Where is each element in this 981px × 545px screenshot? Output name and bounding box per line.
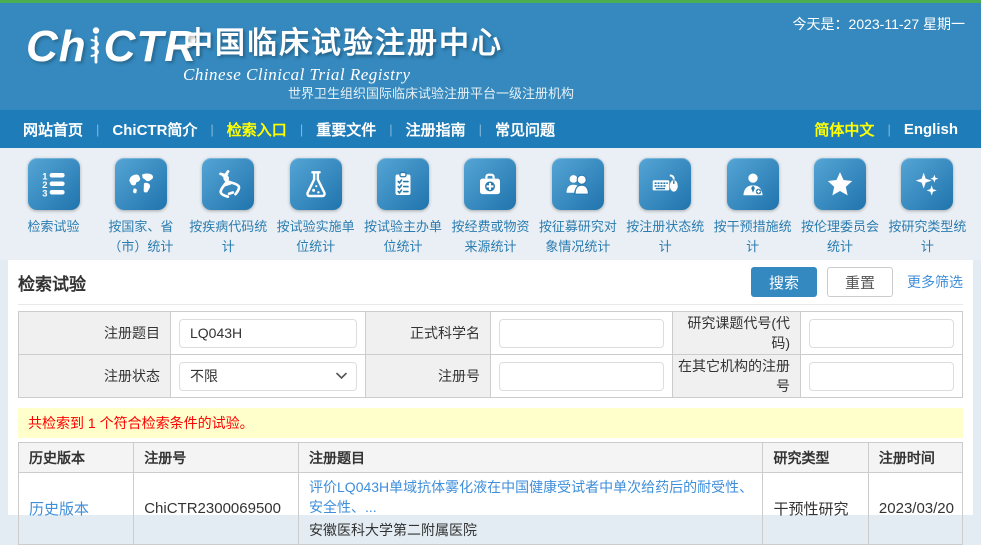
col-registered-title: 注册题目 (299, 443, 763, 473)
main-nav: 网站首页 ChiCTR简介 检索入口 重要文件 注册指南 常见问题 简体中文 E… (0, 110, 981, 148)
quicklink-by-implementing-unit[interactable]: 按试验实施单位统计 (272, 148, 359, 260)
trial-title-link[interactable]: 评价LQ043H单域抗体雾化液在中国健康受试者中单次给药后的耐受性、安全性、..… (309, 477, 754, 517)
quicklink-label: 按试验主办单位统计 (360, 217, 447, 257)
nav-item-faq[interactable]: 常见问题 (482, 119, 568, 140)
history-version-link[interactable]: 历史版本 (29, 501, 89, 518)
dna-icon (202, 158, 254, 210)
doctor-icon (727, 158, 779, 210)
scientific-name-label: 正式科学名 (366, 312, 491, 355)
nav-item-home[interactable]: 网站首页 (10, 119, 96, 140)
quicklink-by-registration-status[interactable]: 按注册状态统计 (622, 148, 709, 260)
quicklink-by-funding-source[interactable]: 按经费或物资来源统计 (447, 148, 534, 260)
quicklink-by-recruitment-status[interactable]: 按征募研究对象情况统计 (534, 148, 621, 260)
quicklink-label: 按试验实施单位统计 (272, 217, 359, 257)
today-date: 今天是：2023-11-27 星期一 (793, 14, 965, 34)
lang-english[interactable]: English (891, 121, 971, 138)
registration-status-select-wrap: 不限 (179, 362, 357, 391)
medical-bag-icon (464, 158, 516, 210)
col-registration-date: 注册时间 (868, 443, 962, 473)
registration-number-cell: ChiCTR2300069500 (134, 473, 299, 545)
registration-date-cell: 2023/03/20 (868, 473, 962, 545)
other-registry-number-input[interactable] (809, 362, 954, 391)
quicklink-label: 按经费或物资来源统计 (447, 217, 534, 257)
col-registration-number: 注册号 (134, 443, 299, 473)
sparkles-icon (901, 158, 953, 210)
project-code-label: 研究课题代号(代码) (673, 312, 801, 355)
language-switcher: 简体中文 English (801, 119, 971, 140)
results-header-row: 历史版本 注册号 注册题目 研究类型 注册时间 (19, 443, 963, 473)
nav-item-about[interactable]: ChiCTR简介 (99, 119, 210, 140)
quicklink-label: 按国家、省（市）统计 (97, 217, 184, 257)
registration-number-input[interactable] (499, 362, 664, 391)
caduceus-icon (89, 26, 103, 66)
quicklink-search-trials[interactable]: 1 2 3 检索试验 (10, 148, 97, 260)
site-title-zh: 中国临床试验注册中心 (183, 18, 503, 62)
quicklink-by-country-province[interactable]: 按国家、省（市）统计 (97, 148, 184, 260)
project-code-input[interactable] (809, 319, 954, 348)
quicklink-label: 按干预措施统计 (709, 217, 796, 257)
registration-status-label: 注册状态 (19, 355, 171, 398)
other-registry-number-label: 在其它机构的注册号 (673, 355, 801, 398)
keyboard-mouse-icon (639, 158, 691, 210)
flask-icon (290, 158, 342, 210)
search-button[interactable]: 搜索 (751, 267, 817, 297)
quicklink-by-disease-code[interactable]: 按疾病代码统计 (185, 148, 272, 260)
more-filters-link[interactable]: 更多筛选 (907, 272, 963, 292)
people-icon (552, 158, 604, 210)
registration-status-select[interactable]: 不限 (179, 362, 357, 391)
clipboard-icon (377, 158, 429, 210)
numbered-list-icon: 1 2 3 (28, 158, 80, 210)
quicklink-by-sponsor-unit[interactable]: 按试验主办单位统计 (360, 148, 447, 260)
quicklink-label: 检索试验 (27, 217, 79, 237)
results-table: 历史版本 注册号 注册题目 研究类型 注册时间 历史版本 ChiCTR23000… (18, 442, 963, 545)
lang-simplified-chinese[interactable]: 简体中文 (801, 119, 887, 140)
world-map-icon (115, 158, 167, 210)
col-history-version: 历史版本 (19, 443, 134, 473)
site-title-en: Chinese Clinical Trial Registry (183, 65, 503, 85)
quick-links-row: 1 2 3 检索试验 按国家、省（市）统计 (0, 148, 981, 260)
star-icon (814, 158, 866, 210)
site-title-block: 中国临床试验注册中心 Chinese Clinical Trial Regist… (183, 18, 503, 85)
nav-item-documents[interactable]: 重要文件 (303, 119, 389, 140)
nav-item-guide[interactable]: 注册指南 (393, 119, 479, 140)
logo-text-part1: Ch (26, 25, 87, 69)
scientific-name-input[interactable] (499, 319, 664, 348)
trial-title-cell: 评价LQ043H单域抗体雾化液在中国健康受试者中单次给药后的耐受性、安全性、..… (299, 473, 763, 545)
quicklink-label: 按注册状态统计 (622, 217, 709, 257)
study-type-cell: 干预性研究 (763, 473, 868, 545)
quicklink-by-ethics-committee[interactable]: 按伦理委员会统计 (797, 148, 884, 260)
registered-title-label: 注册题目 (19, 312, 171, 355)
quicklink-label: 按研究类型统计 (884, 217, 971, 257)
svg-text:3: 3 (42, 188, 47, 198)
quicklink-by-study-type[interactable]: 按研究类型统计 (884, 148, 971, 260)
quicklink-label: 按伦理委员会统计 (797, 217, 884, 257)
institution-text: 安徽医科大学第二附属医院 (309, 520, 754, 540)
main-content: 检索试验 搜索 重置 更多筛选 注册题目 正式科学名 研究课题代号(代码) 注册… (8, 260, 973, 515)
chictr-logo[interactable]: Ch CTR (26, 25, 197, 69)
search-form-table: 注册题目 正式科学名 研究课题代号(代码) 注册状态 不限 注册号 (18, 311, 963, 398)
reset-button[interactable]: 重置 (827, 267, 893, 297)
page-title: 检索试验 (18, 270, 86, 295)
search-panel-header: 检索试验 搜索 重置 更多筛选 (18, 260, 963, 305)
result-count-banner: 共检索到 1 个符合检索条件的试验。 (18, 408, 963, 438)
registration-number-label: 注册号 (366, 355, 491, 398)
table-row: 历史版本 ChiCTR2300069500 评价LQ043H单域抗体雾化液在中国… (19, 473, 963, 545)
site-subtitle: 世界卫生组织国际临床试验注册平台一级注册机构 (288, 83, 574, 102)
registered-title-input[interactable] (179, 319, 357, 348)
quicklink-label: 按征募研究对象情况统计 (534, 217, 621, 257)
nav-item-search-entry[interactable]: 检索入口 (214, 119, 300, 140)
site-header: Ch CTR 中国临床试验注册中心 Chinese Clinical Trial… (0, 3, 981, 110)
col-study-type: 研究类型 (763, 443, 868, 473)
search-actions: 搜索 重置 更多筛选 (751, 267, 963, 297)
quicklink-label: 按疾病代码统计 (185, 217, 272, 257)
quicklink-by-intervention[interactable]: 按干预措施统计 (709, 148, 796, 260)
